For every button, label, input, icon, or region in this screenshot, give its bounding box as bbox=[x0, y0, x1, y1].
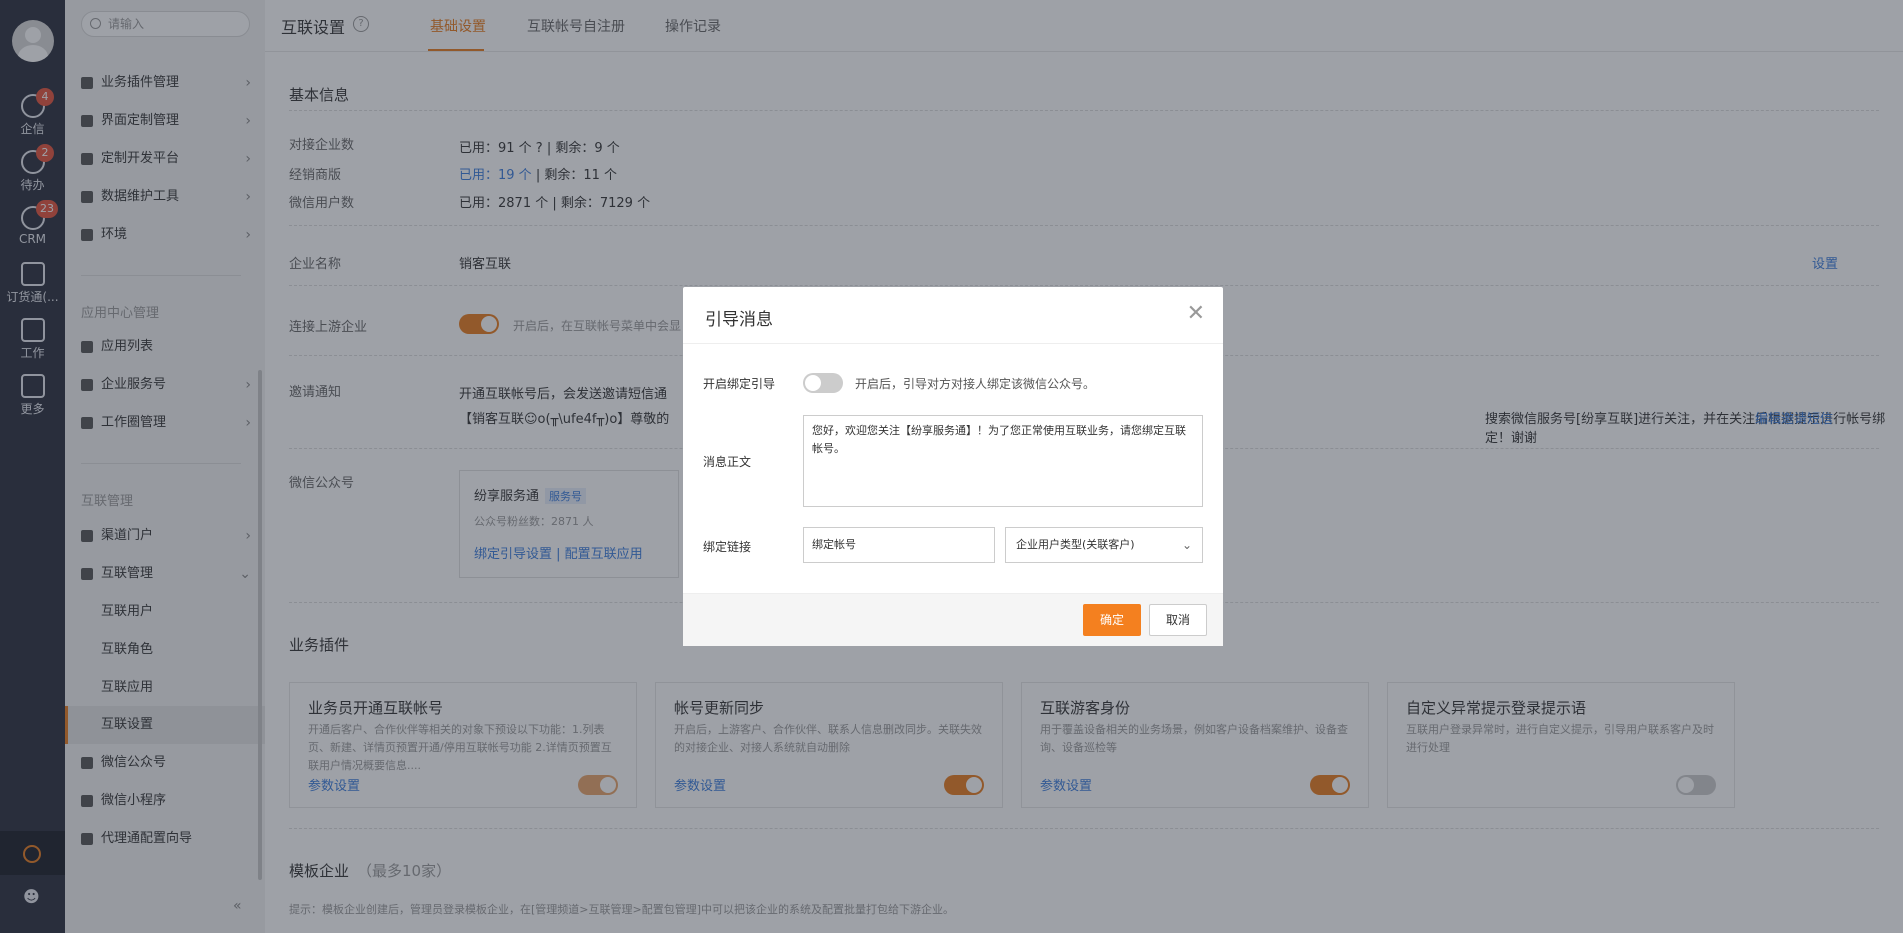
cancel-button[interactable]: 取消 bbox=[1149, 604, 1207, 636]
chevron-down-icon: ⌄ bbox=[1181, 538, 1192, 552]
dialog-footer: 确定 取消 bbox=[683, 593, 1223, 646]
user-type-select[interactable]: 企业用户类型(关联客户) ⌄ bbox=[1005, 527, 1203, 563]
label-message-body: 消息正文 bbox=[703, 455, 752, 469]
label-bind-guide: 开启绑定引导 bbox=[703, 377, 776, 391]
message-body-textarea[interactable]: 您好，欢迎您关注【纷享服务通】！为了您正常使用互联业务，请您绑定互联帐号。 bbox=[803, 415, 1203, 507]
bind-guide-note: 开启后，引导对方对接人绑定该微信公众号。 bbox=[855, 377, 1096, 391]
dialog-title: 引导消息 bbox=[705, 310, 773, 330]
bind-link-input[interactable]: 绑定帐号 bbox=[803, 527, 995, 563]
label-bind-link: 绑定链接 bbox=[703, 540, 752, 554]
dialog-header: 引导消息 ✕ bbox=[683, 287, 1223, 344]
user-type-value: 企业用户类型(关联客户) bbox=[1016, 538, 1135, 551]
bind-guide-toggle[interactable] bbox=[803, 373, 843, 393]
close-icon[interactable]: ✕ bbox=[1187, 301, 1205, 326]
confirm-button[interactable]: 确定 bbox=[1083, 604, 1141, 636]
guide-message-dialog: 引导消息 ✕ 开启绑定引导 开启后，引导对方对接人绑定该微信公众号。 消息正文 … bbox=[683, 287, 1223, 646]
